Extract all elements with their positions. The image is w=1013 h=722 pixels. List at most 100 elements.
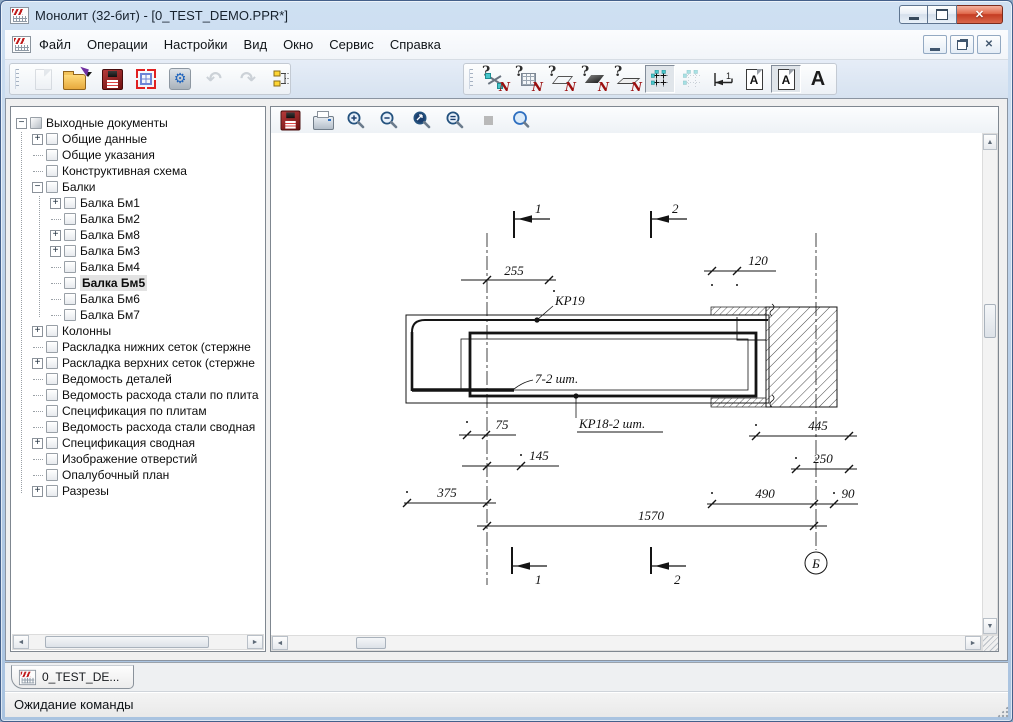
- checkbox[interactable]: [46, 341, 58, 353]
- resize-grip[interactable]: [982, 635, 998, 651]
- tree-item-selected[interactable]: Балка Бм5: [12, 275, 264, 291]
- viewer-print-button[interactable]: [312, 109, 334, 131]
- tree-item[interactable]: Спецификация сводная: [12, 435, 264, 451]
- checkbox[interactable]: [46, 373, 58, 385]
- scroll-up-icon[interactable]: ▲: [983, 134, 997, 150]
- checkbox[interactable]: [46, 325, 58, 337]
- scrollbar-thumb[interactable]: [984, 304, 996, 338]
- tree-horizontal-scrollbar[interactable]: ◄ ►: [12, 634, 264, 650]
- tree-item[interactable]: Балка Бм8: [12, 227, 264, 243]
- close-button[interactable]: ✕: [957, 5, 1003, 24]
- open-file-button[interactable]: [63, 66, 92, 92]
- zoom-window-button[interactable]: [411, 109, 433, 131]
- checkbox[interactable]: [46, 405, 58, 417]
- new-document-button[interactable]: [29, 66, 57, 92]
- checkbox[interactable]: [46, 133, 58, 145]
- tree-item[interactable]: Опалубочный план: [12, 467, 264, 483]
- menu-operations[interactable]: Операции: [79, 33, 156, 56]
- document-tab[interactable]: 0_TEST_DE...: [11, 665, 134, 689]
- checkbox[interactable]: [46, 437, 58, 449]
- expand-icon[interactable]: [32, 486, 43, 497]
- tree-item[interactable]: Ведомость расхода стали сводная: [12, 419, 264, 435]
- tree-item[interactable]: Балка Бм6: [12, 291, 264, 307]
- undo-button[interactable]: [200, 66, 228, 92]
- text-plain-button[interactable]: [804, 66, 832, 92]
- dimension-mode-button[interactable]: 1: [709, 66, 737, 92]
- minimize-button[interactable]: [899, 5, 928, 24]
- scroll-left-icon[interactable]: ◄: [272, 636, 288, 650]
- tree-item[interactable]: Колонны: [12, 323, 264, 339]
- drawing-horizontal-scrollbar[interactable]: ◄ ►: [271, 635, 982, 651]
- menu-file[interactable]: Файл: [31, 33, 79, 56]
- checkbox[interactable]: [46, 469, 58, 481]
- checkbox[interactable]: [64, 309, 76, 321]
- checkbox[interactable]: [46, 165, 58, 177]
- scrollbar-thumb[interactable]: [45, 636, 209, 648]
- tree-item-beams[interactable]: Балки: [12, 179, 264, 195]
- menu-help[interactable]: Справка: [382, 33, 449, 56]
- tree-item[interactable]: Раскладка нижних сеток (стержне: [12, 339, 264, 355]
- mdi-close-button[interactable]: ✕: [977, 35, 1001, 54]
- checkbox[interactable]: [30, 117, 42, 129]
- tree-item[interactable]: Раскладка верхних сеток (стержне: [12, 355, 264, 371]
- zoom-search-button[interactable]: [510, 109, 532, 131]
- save-button[interactable]: [98, 66, 126, 92]
- checkbox[interactable]: [64, 261, 76, 273]
- grid-visible-button[interactable]: [645, 65, 675, 93]
- mdi-restore-button[interactable]: [950, 35, 974, 54]
- redo-button[interactable]: [234, 66, 262, 92]
- checkbox[interactable]: [64, 293, 76, 305]
- scroll-left-icon[interactable]: ◄: [13, 635, 29, 649]
- zoom-extents-button[interactable]: [444, 109, 466, 131]
- query-slab-button[interactable]: N: [612, 66, 642, 92]
- query-beam-button[interactable]: N: [546, 66, 576, 92]
- query-grid-button[interactable]: N: [513, 66, 543, 92]
- menu-service[interactable]: Сервис: [321, 33, 382, 56]
- tree-item[interactable]: Ведомость деталей: [12, 371, 264, 387]
- expand-icon[interactable]: [32, 326, 43, 337]
- expand-icon[interactable]: [32, 134, 43, 145]
- scroll-right-icon[interactable]: ►: [247, 635, 263, 649]
- expand-icon[interactable]: [50, 230, 61, 241]
- document-icon[interactable]: [12, 36, 31, 53]
- tree-item-root[interactable]: Выходные документы: [12, 115, 264, 131]
- checkbox[interactable]: [46, 149, 58, 161]
- zoom-in-button[interactable]: [345, 109, 367, 131]
- toolbar-grip[interactable]: [469, 69, 473, 89]
- scroll-down-icon[interactable]: ▼: [983, 618, 997, 634]
- tree-item[interactable]: Изображение отверстий: [12, 451, 264, 467]
- scrollbar-thumb[interactable]: [356, 637, 386, 649]
- tree-item[interactable]: Разрезы: [12, 483, 264, 499]
- expand-icon[interactable]: [50, 198, 61, 209]
- checkbox[interactable]: [64, 245, 76, 257]
- checkbox[interactable]: [46, 181, 58, 193]
- tree-item[interactable]: Балка Бм2: [12, 211, 264, 227]
- checkbox[interactable]: [46, 389, 58, 401]
- query-wall-button[interactable]: N: [579, 66, 609, 92]
- menu-view[interactable]: Вид: [236, 33, 276, 56]
- expand-icon[interactable]: [32, 358, 43, 369]
- toolbar-grip[interactable]: [15, 69, 19, 89]
- tree-item[interactable]: Общие указания: [12, 147, 264, 163]
- tree-item[interactable]: Балка Бм7: [12, 307, 264, 323]
- checkbox[interactable]: [64, 197, 76, 209]
- frame-grid-button[interactable]: [132, 66, 160, 92]
- viewer-save-button[interactable]: [279, 109, 301, 131]
- drawing-canvas[interactable]: Б 1 2: [271, 133, 998, 651]
- tree-item[interactable]: Балка Бм4: [12, 259, 264, 275]
- tree-item[interactable]: Балка Бм1: [12, 195, 264, 211]
- tree-item[interactable]: Балка Бм3: [12, 243, 264, 259]
- text-in-doc-active-button[interactable]: [771, 65, 801, 93]
- checkbox[interactable]: [46, 453, 58, 465]
- checkbox[interactable]: [46, 357, 58, 369]
- checkbox[interactable]: [64, 277, 76, 289]
- expand-icon[interactable]: [50, 246, 61, 257]
- collapse-icon[interactable]: [32, 182, 43, 193]
- checkbox[interactable]: [64, 213, 76, 225]
- mdi-minimize-button[interactable]: [923, 35, 947, 54]
- text-in-doc-button[interactable]: [740, 66, 768, 92]
- grid-hidden-button[interactable]: [678, 66, 706, 92]
- restore-button[interactable]: [928, 5, 957, 24]
- tree-item[interactable]: Ведомость расхода стали по плита: [12, 387, 264, 403]
- tree-item[interactable]: Общие данные: [12, 131, 264, 147]
